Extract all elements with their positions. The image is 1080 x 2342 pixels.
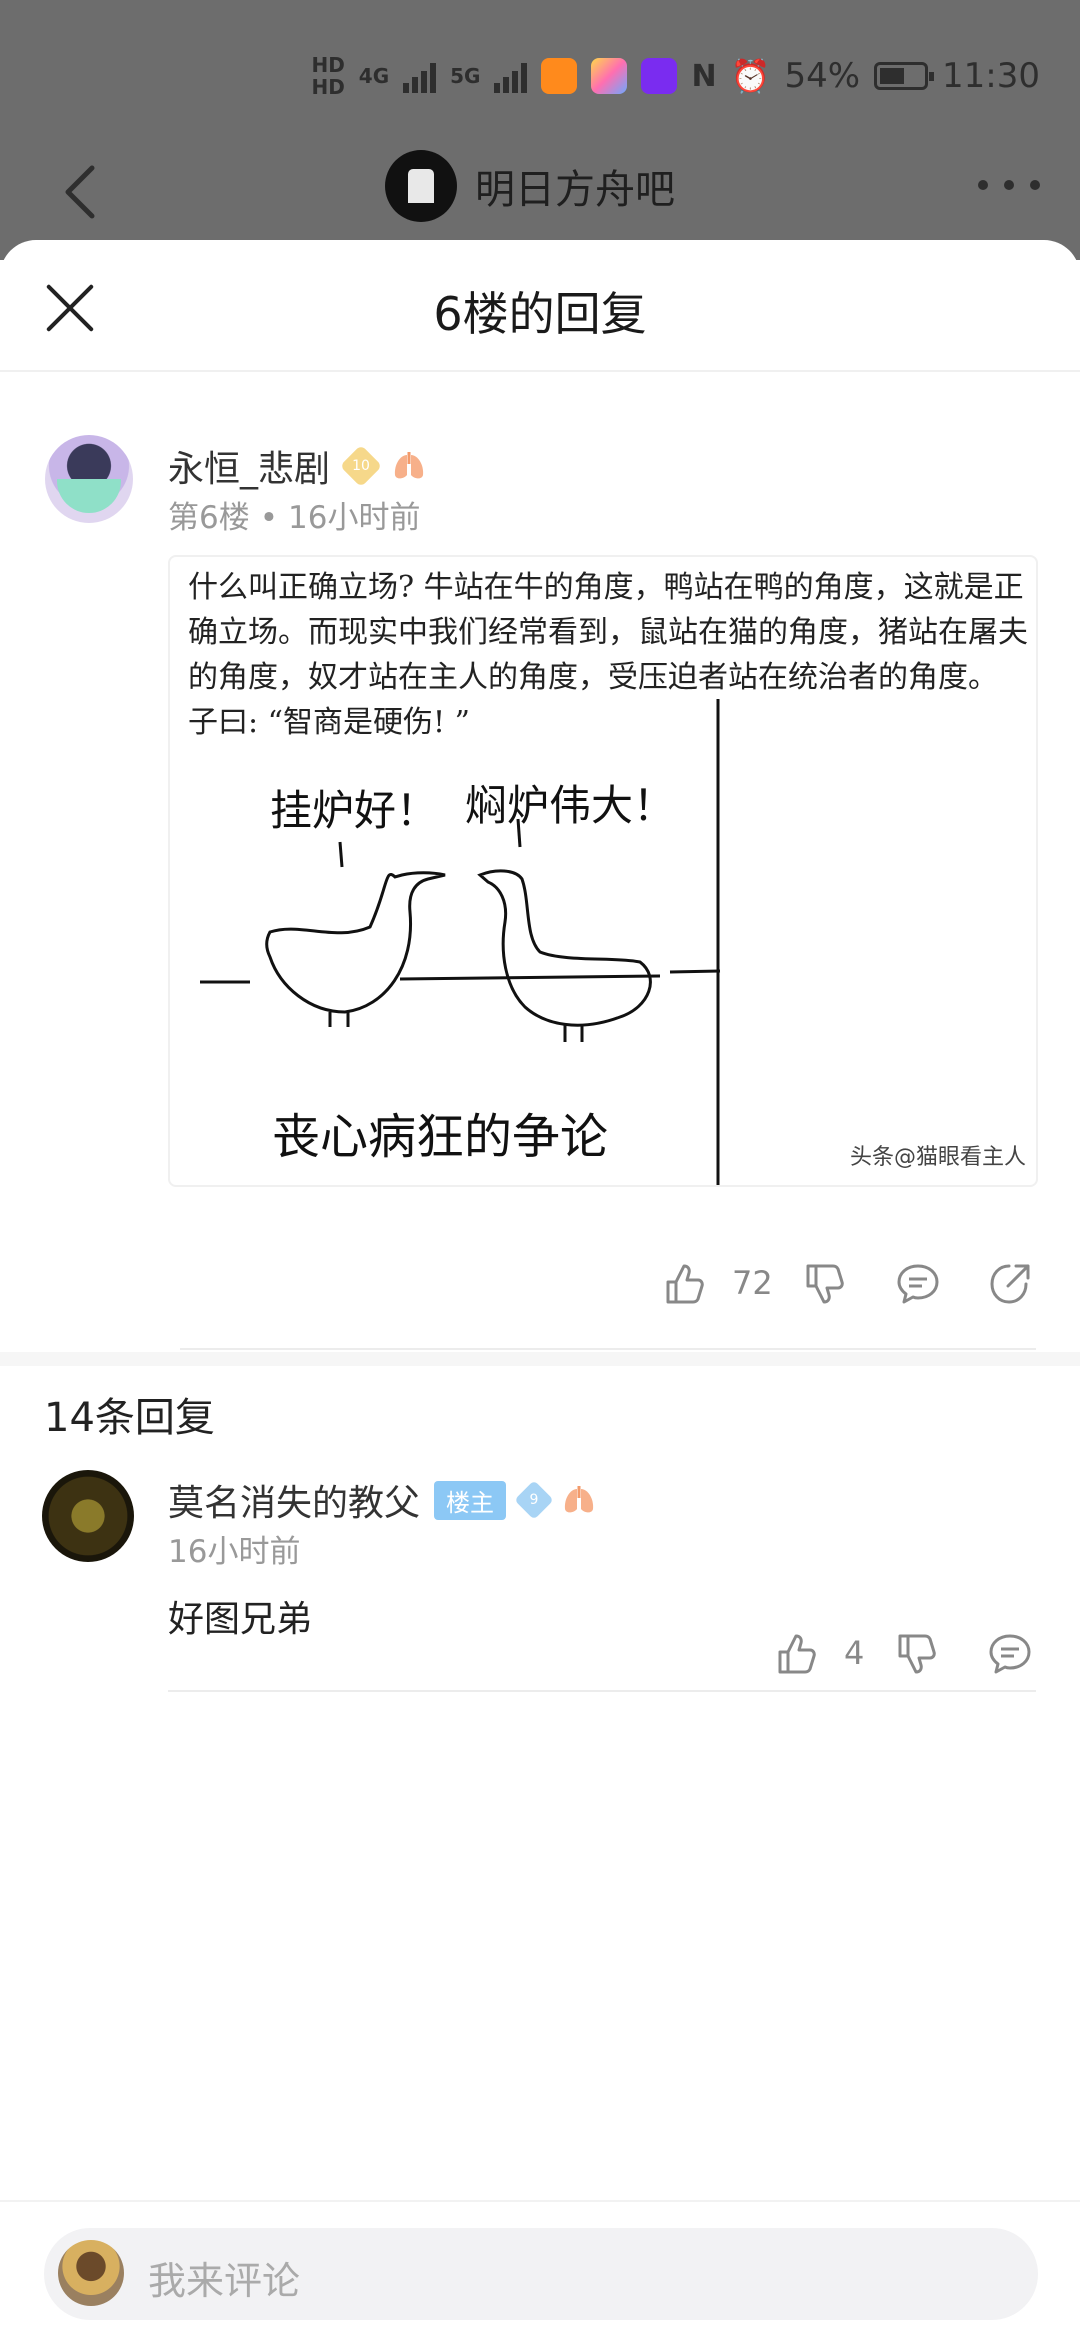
reply-count-heading: 14条回复 <box>44 1395 215 1441</box>
like-icon[interactable] <box>660 1260 708 1308</box>
forum-name: 明日方舟吧 <box>475 167 675 213</box>
hd-indicator: HD HD <box>311 54 344 98</box>
bubble-right-text: 焖炉伟大！ <box>465 781 676 830</box>
like-count: 4 <box>844 1634 865 1672</box>
avatar[interactable] <box>42 1470 134 1562</box>
dimmed-background: HD HD 4G 5G N ⏰ 54% 11:30 明日方舟吧 <box>0 0 1080 260</box>
post-username[interactable]: 永恒_悲剧 <box>168 440 330 492</box>
reply-actions: 4 <box>0 1630 1080 1690</box>
sheet-header: 6楼的回复 <box>0 240 1080 372</box>
level-badge-icon: 9 <box>514 1480 554 1520</box>
comment-icon[interactable] <box>894 1260 942 1308</box>
signal-5g-icon <box>494 59 528 93</box>
battery-icon <box>874 62 935 90</box>
post-image[interactable]: 什么叫正确立场? 牛站在牛的角度，鸭站在鸭的角度，这就是正确立场。而现实中我们经… <box>168 555 1038 1187</box>
badge-lungs-icon <box>564 1486 594 1513</box>
clock: 11:30 <box>942 56 1040 96</box>
level-number: 9 <box>529 1492 539 1508</box>
comment-input[interactable]: 我来评论 <box>44 2228 1038 2320</box>
avatar <box>58 2240 124 2306</box>
badge-lungs-icon <box>394 452 424 479</box>
reply-user: 莫名消失的教父 楼主 9 <box>168 1474 596 1526</box>
dislike-icon[interactable] <box>892 1630 940 1678</box>
post-time: 16小时前 <box>288 500 421 536</box>
forum-avatar <box>385 150 457 222</box>
dislike-icon[interactable] <box>800 1260 848 1308</box>
alarm-icon: ⏰ <box>730 57 771 95</box>
level-number: 10 <box>352 458 370 474</box>
bubble-left-text: 挂炉好！ <box>270 786 439 835</box>
hd-label-1: HD <box>311 53 345 77</box>
network-4g-label: 4G <box>358 64 390 88</box>
player-app-icon <box>641 58 678 94</box>
video-app-icon <box>541 58 578 94</box>
post-meta: 第6楼 • 16小时前 <box>168 500 421 536</box>
comment-bar: 我来评论 <box>0 2200 1080 2342</box>
reply-sheet: 6楼的回复 永恒_悲剧 10 第6楼 • 16小时前 什么叫正确立场? 牛站在牛的角… <box>0 240 1080 2340</box>
like-icon[interactable] <box>772 1630 820 1678</box>
back-arrow-icon[interactable] <box>60 162 100 222</box>
floor-number: 第6楼 <box>168 500 250 536</box>
background-nav-bar: 明日方舟吧 <box>0 150 1080 240</box>
network-5g-label: 5G <box>450 64 481 88</box>
hd-label-2: HD <box>311 75 345 99</box>
more-options-icon[interactable] <box>978 180 1040 190</box>
comment-placeholder: 我来评论 <box>148 2259 301 2303</box>
image-caption: 丧心病狂的争论 <box>271 1109 608 1165</box>
section-separator <box>0 1352 1080 1366</box>
gallery-app-icon <box>591 58 628 94</box>
reply-username[interactable]: 莫名消失的教父 <box>168 1474 420 1526</box>
image-watermark: 头条@猫眼看主人 <box>849 1145 1026 1170</box>
nfc-icon: N <box>691 58 717 94</box>
status-icons: HD HD 4G 5G N ⏰ 54% 11:30 <box>311 54 1040 98</box>
level-badge-icon: 10 <box>339 444 383 488</box>
like-count: 72 <box>732 1264 773 1302</box>
sheet-title: 6楼的回复 <box>433 287 647 341</box>
share-icon[interactable] <box>986 1260 1034 1308</box>
reply-time: 16小时前 <box>168 1534 301 1570</box>
avatar[interactable] <box>45 435 133 523</box>
comment-icon[interactable] <box>986 1630 1034 1678</box>
post-actions: 72 <box>0 1260 1080 1320</box>
battery-percent: 54% <box>784 56 861 96</box>
status-bar: HD HD 4G 5G N ⏰ 54% 11:30 <box>0 30 1080 130</box>
thread-owner-badge: 楼主 <box>434 1480 507 1520</box>
post-user: 永恒_悲剧 10 <box>168 440 426 492</box>
goose-drawing <box>200 699 721 1185</box>
forum-title[interactable]: 明日方舟吧 <box>385 150 675 222</box>
signal-4g-icon <box>403 59 437 93</box>
divider <box>168 1690 1036 1692</box>
divider <box>180 1348 1036 1350</box>
